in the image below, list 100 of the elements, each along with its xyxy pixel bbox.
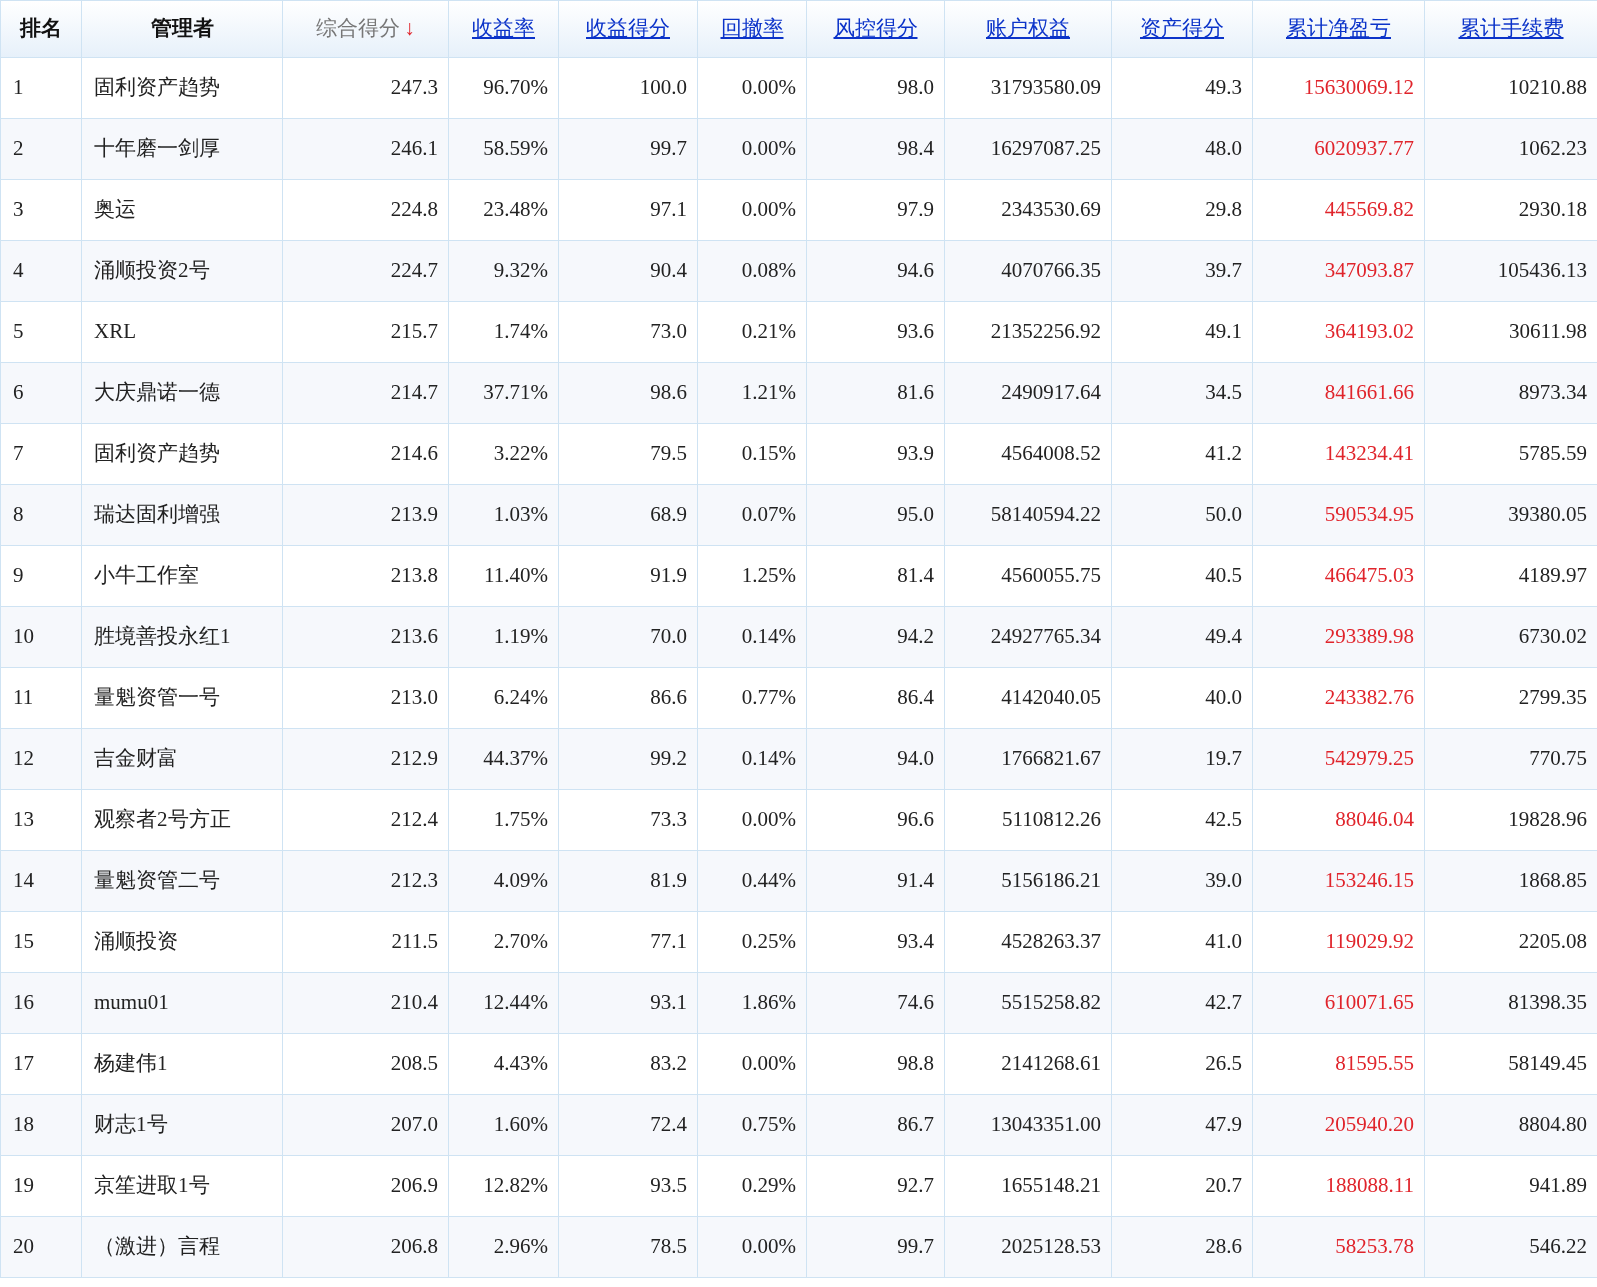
table-cell: 1.03% — [448, 484, 559, 546]
table-cell: 0.14% — [697, 728, 807, 790]
table-cell: 212.3 — [282, 850, 449, 912]
table-cell: 214.7 — [282, 362, 449, 424]
table-cell: 19.7 — [1111, 728, 1253, 790]
table-cell: 3.22% — [448, 423, 559, 485]
table-cell: 11.40% — [448, 545, 559, 607]
table-cell: 70.0 — [558, 606, 698, 668]
table-cell: 31793580.09 — [944, 57, 1112, 119]
rank-cell: 19 — [0, 1155, 82, 1217]
table-cell: 96.6 — [806, 789, 945, 851]
table-cell: 42.5 — [1111, 789, 1253, 851]
table-cell: 44.37% — [448, 728, 559, 790]
table-cell: 119029.92 — [1252, 911, 1425, 973]
table-cell: 5110812.26 — [944, 789, 1112, 851]
table-cell: 86.7 — [806, 1094, 945, 1156]
table-cell: 4142040.05 — [944, 667, 1112, 729]
table-cell: 0.00% — [697, 1216, 807, 1278]
table-cell: 0.21% — [697, 301, 807, 363]
table-cell: 41.2 — [1111, 423, 1253, 485]
table-cell: 79.5 — [558, 423, 698, 485]
table-cell: 0.14% — [697, 606, 807, 668]
rank-cell: 20 — [0, 1216, 82, 1278]
table-cell: 153246.15 — [1252, 850, 1425, 912]
table-cell: 188088.11 — [1252, 1155, 1425, 1217]
table-cell: 143234.41 — [1252, 423, 1425, 485]
table-cell: 1.74% — [448, 301, 559, 363]
table-cell: 466475.03 — [1252, 545, 1425, 607]
table-cell: 29.8 — [1111, 179, 1253, 241]
table-cell: 37.71% — [448, 362, 559, 424]
table-cell: 213.9 — [282, 484, 449, 546]
table-cell: 93.6 — [806, 301, 945, 363]
table-cell: 2.96% — [448, 1216, 559, 1278]
table-cell: 224.8 — [282, 179, 449, 241]
manager-cell: 杨建伟1 — [81, 1033, 283, 1095]
table-cell: 841661.66 — [1252, 362, 1425, 424]
rank-cell: 8 — [0, 484, 82, 546]
rank-cell: 18 — [0, 1094, 82, 1156]
rank-cell: 17 — [0, 1033, 82, 1095]
table-cell: 73.3 — [558, 789, 698, 851]
table-cell: 0.08% — [697, 240, 807, 302]
table-cell: 96.70% — [448, 57, 559, 119]
rank-cell: 7 — [0, 423, 82, 485]
table-cell: 58253.78 — [1252, 1216, 1425, 1278]
table-cell: 78.5 — [558, 1216, 698, 1278]
sort-arrow: ↓ — [404, 16, 415, 41]
rank-cell: 5 — [0, 301, 82, 363]
table-cell: 16297087.25 — [944, 118, 1112, 180]
table-cell: 1.21% — [697, 362, 807, 424]
table-cell: 5156186.21 — [944, 850, 1112, 912]
rank-cell: 13 — [0, 789, 82, 851]
rank-cell: 9 — [0, 545, 82, 607]
table-cell: 99.2 — [558, 728, 698, 790]
manager-cell: mumu01 — [81, 972, 283, 1034]
table-cell: 20.7 — [1111, 1155, 1253, 1217]
table-cell: 0.00% — [697, 118, 807, 180]
table-cell: 97.9 — [806, 179, 945, 241]
table-cell: 0.25% — [697, 911, 807, 973]
table-cell: 211.5 — [282, 911, 449, 973]
table-cell: 1.25% — [697, 545, 807, 607]
table-cell: 247.3 — [282, 57, 449, 119]
table-cell: 207.0 — [282, 1094, 449, 1156]
rank-cell: 1 — [0, 57, 82, 119]
table-cell: 12.82% — [448, 1155, 559, 1217]
table-cell: 214.6 — [282, 423, 449, 485]
column-header: 管理者 — [150, 16, 214, 41]
rank-cell: 16 — [0, 972, 82, 1034]
table-cell: 9.32% — [448, 240, 559, 302]
table-cell: 40.0 — [1111, 667, 1253, 729]
table-cell: 26.5 — [1111, 1033, 1253, 1095]
manager-cell: 固利资产趋势 — [81, 423, 283, 485]
table-cell: 94.0 — [806, 728, 945, 790]
table-cell: 91.4 — [806, 850, 945, 912]
manager-cell: 胜境善投永红1 — [81, 606, 283, 668]
table-cell: 5515258.82 — [944, 972, 1112, 1034]
table-cell: 4560055.75 — [944, 545, 1112, 607]
table-cell: 15630069.12 — [1252, 57, 1425, 119]
table-cell: 2.70% — [448, 911, 559, 973]
manager-cell: 量魁资管二号 — [81, 850, 283, 912]
rank-cell: 11 — [0, 667, 82, 729]
table-cell: 88046.04 — [1252, 789, 1425, 851]
table-cell: 58140594.22 — [944, 484, 1112, 546]
column-header[interactable]: 综合得分 — [316, 16, 401, 41]
table-cell: 246.1 — [282, 118, 449, 180]
table-cell: 1.86% — [697, 972, 807, 1034]
table-cell: 93.5 — [558, 1155, 698, 1217]
table-cell: 50.0 — [1111, 484, 1253, 546]
table-cell: 92.7 — [806, 1155, 945, 1217]
table-cell: 1.75% — [448, 789, 559, 851]
table-cell: 100.0 — [558, 57, 698, 119]
table-cell: 93.1 — [558, 972, 698, 1034]
table-cell: 4070766.35 — [944, 240, 1112, 302]
manager-cell: （激进）言程 — [81, 1216, 283, 1278]
table-cell: 590534.95 — [1252, 484, 1425, 546]
table-cell: 90.4 — [558, 240, 698, 302]
manager-cell: XRL — [81, 301, 283, 363]
table-cell: 445569.82 — [1252, 179, 1425, 241]
table-cell: 23.48% — [448, 179, 559, 241]
table-cell: 86.6 — [558, 667, 698, 729]
table-cell: 98.8 — [806, 1033, 945, 1095]
